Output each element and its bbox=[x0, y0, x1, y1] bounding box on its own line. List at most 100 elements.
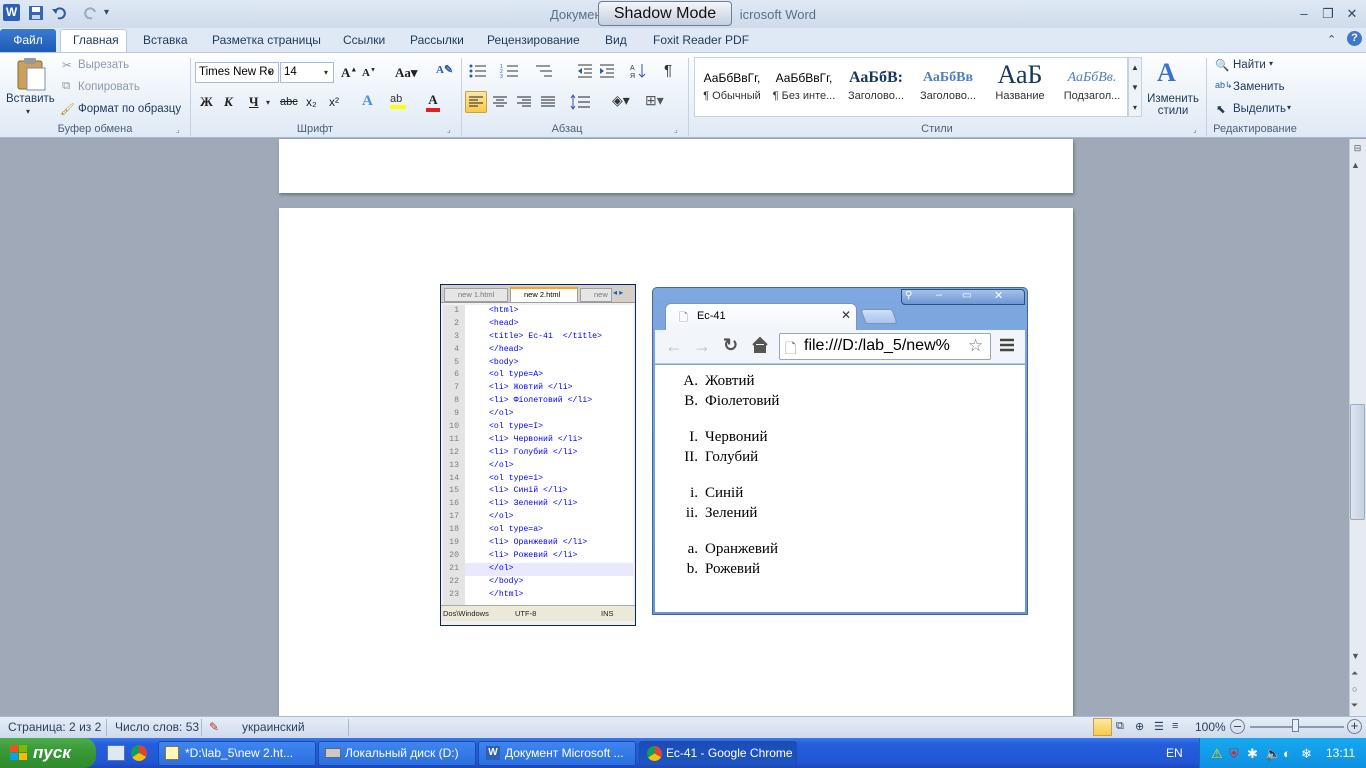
forward-icon[interactable]: → bbox=[693, 336, 711, 357]
chrome-close-icon[interactable]: ✕ bbox=[994, 289, 1003, 302]
start-button[interactable]: пуск bbox=[0, 738, 96, 768]
word-count[interactable]: Число слов: 53 bbox=[115, 720, 199, 734]
style-heading-2[interactable]: АаБбВв Заголово... bbox=[912, 60, 984, 112]
tray-app-icon[interactable]: ❄ bbox=[1301, 746, 1312, 762]
replace-button[interactable]: Заменить bbox=[1233, 81, 1285, 93]
tab-mailings[interactable]: Рассылки bbox=[410, 33, 464, 47]
format-painter-button[interactable]: Формат по образцу bbox=[78, 103, 181, 115]
cut-button[interactable]: Вырезать bbox=[78, 59, 129, 71]
prev-page-icon[interactable]: ⏶ bbox=[1351, 668, 1358, 679]
zoom-level[interactable]: 100% bbox=[1195, 720, 1226, 734]
outline-icon[interactable]: ☰ bbox=[1154, 720, 1164, 733]
font-name-input[interactable]: Times New Ro bbox=[195, 62, 279, 83]
select-icon[interactable]: ⬉ bbox=[1216, 102, 1226, 116]
sort-icon[interactable]: AЯ bbox=[630, 63, 646, 79]
language[interactable]: украинский bbox=[242, 720, 305, 734]
tab-references[interactable]: Ссылки bbox=[343, 33, 385, 47]
zoom-in-icon[interactable]: + bbox=[1347, 719, 1362, 734]
italic-button[interactable]: К bbox=[224, 94, 233, 110]
text-effects-icon[interactable]: A bbox=[362, 93, 373, 110]
bullets-icon[interactable] bbox=[468, 63, 488, 79]
align-right-icon[interactable] bbox=[514, 92, 534, 112]
draft-icon[interactable]: ≡ bbox=[1172, 720, 1178, 732]
find-dropdown-icon[interactable]: ▾ bbox=[1269, 59, 1273, 68]
scroll-down-icon[interactable]: ▼ bbox=[1351, 651, 1360, 661]
taskbar-item-notepad[interactable]: *D:\lab_5\new 2.ht... bbox=[158, 741, 316, 766]
show-desktop-icon[interactable] bbox=[107, 745, 125, 761]
ribbon-minimize-icon[interactable]: ⌃ bbox=[1327, 33, 1336, 46]
chrome-tab[interactable] bbox=[665, 303, 857, 330]
web-layout-icon[interactable]: ⊕ bbox=[1135, 720, 1144, 733]
warning-icon[interactable]: ⚠ bbox=[1211, 746, 1223, 762]
tab-page-layout[interactable]: Разметка страницы bbox=[212, 33, 321, 47]
styles-launcher-icon[interactable]: ⌟ bbox=[1193, 125, 1197, 134]
antivirus-icon[interactable]: ⛨ bbox=[1229, 746, 1239, 762]
bookmark-star-icon[interactable]: ☆ bbox=[968, 336, 984, 356]
proofing-icon[interactable]: ✎ bbox=[209, 720, 219, 734]
strikethrough-button[interactable]: abc bbox=[280, 96, 298, 108]
bold-button[interactable]: Ж bbox=[200, 94, 213, 110]
home-icon[interactable] bbox=[751, 336, 769, 354]
chrome-quicklaunch-icon[interactable] bbox=[131, 745, 147, 761]
network-icon[interactable]: ◐ bbox=[1283, 746, 1291, 761]
tab-insert[interactable]: Вставка bbox=[143, 33, 188, 47]
minimize-icon[interactable]: – bbox=[1293, 6, 1315, 22]
reload-icon[interactable]: ↻ bbox=[723, 335, 738, 356]
bluetooth-icon[interactable]: ✱ bbox=[1247, 746, 1258, 762]
notepad-tab[interactable]: new bbox=[580, 288, 612, 302]
select-dropdown-icon[interactable]: ▾ bbox=[1287, 103, 1291, 112]
grow-font-icon[interactable]: A▲ bbox=[341, 65, 357, 81]
scroll-up-icon[interactable]: ▲ bbox=[1351, 160, 1360, 170]
chrome-user-icon[interactable]: ⚲ bbox=[905, 290, 912, 301]
chrome-tab-close-icon[interactable]: ✕ bbox=[841, 308, 851, 322]
styles-scroll[interactable]: ▲ ▼ ▾ bbox=[1128, 57, 1142, 117]
clear-format-icon[interactable]: A✎ bbox=[436, 63, 453, 76]
highlight-icon[interactable]: ab bbox=[390, 93, 406, 109]
chrome-menu-icon[interactable] bbox=[999, 336, 1015, 354]
multilevel-list-icon[interactable] bbox=[534, 63, 554, 79]
shadow-mode-button[interactable]: Shadow Mode bbox=[598, 1, 732, 26]
justify-icon[interactable] bbox=[538, 92, 558, 112]
chrome-minimize-icon[interactable]: – bbox=[936, 289, 942, 301]
shrink-font-icon[interactable]: A▼ bbox=[362, 67, 376, 79]
format-painter-icon[interactable]: 🖌 bbox=[60, 102, 75, 116]
borders-icon[interactable]: ⊞▾ bbox=[645, 92, 664, 109]
font-launcher-icon[interactable]: ⌟ bbox=[447, 125, 451, 134]
show-marks-icon[interactable]: ¶ bbox=[664, 62, 672, 79]
align-left-button[interactable] bbox=[465, 91, 487, 113]
tab-foxit[interactable]: Foxit Reader PDF bbox=[653, 33, 749, 47]
increase-indent-icon[interactable] bbox=[598, 63, 616, 79]
close-icon[interactable]: ✕ bbox=[1341, 6, 1363, 22]
decrease-indent-icon[interactable] bbox=[576, 63, 594, 79]
input-language[interactable]: EN bbox=[1166, 746, 1183, 760]
paste-icon[interactable] bbox=[15, 57, 47, 91]
change-styles-button[interactable]: Изменить стили bbox=[1146, 93, 1200, 117]
find-icon[interactable]: 🔍 bbox=[1215, 58, 1229, 72]
align-center-icon[interactable] bbox=[490, 92, 510, 112]
line-spacing-icon[interactable] bbox=[570, 92, 594, 112]
paste-dropdown-icon[interactable]: ▾ bbox=[26, 107, 30, 116]
taskbar-item-word[interactable]: Документ Microsoft ... bbox=[478, 741, 636, 766]
chrome-address-bar[interactable]: 🗋 file:///D:/lab_5/new% ☆ bbox=[779, 333, 991, 360]
zoom-out-icon[interactable]: – bbox=[1230, 719, 1245, 734]
underline-button[interactable]: Ч bbox=[249, 94, 259, 110]
change-case-icon[interactable]: Aa▾ bbox=[395, 65, 417, 81]
find-button[interactable]: Найти bbox=[1233, 59, 1266, 71]
tab-view[interactable]: Вид bbox=[605, 33, 627, 47]
zoom-slider-thumb[interactable] bbox=[1292, 719, 1299, 732]
underline-dropdown-icon[interactable]: ▾ bbox=[266, 98, 270, 107]
font-size-dropdown-icon[interactable]: ▾ bbox=[324, 68, 328, 77]
font-color-icon[interactable]: A bbox=[426, 92, 440, 112]
paste-button[interactable]: Вставить bbox=[6, 93, 55, 105]
volume-icon[interactable]: 🔈 bbox=[1265, 746, 1281, 762]
copy-icon[interactable]: ⧉ bbox=[62, 80, 70, 93]
browse-object-icon[interactable]: ○ bbox=[1352, 684, 1357, 694]
help-icon[interactable]: ? bbox=[1347, 31, 1362, 46]
restore-icon[interactable]: ❐ bbox=[1317, 6, 1339, 22]
style-heading-1[interactable]: АаБбВ: Заголово... bbox=[840, 60, 912, 112]
numbering-icon[interactable]: 123 bbox=[500, 63, 520, 79]
chrome-new-tab-button[interactable] bbox=[860, 309, 898, 324]
taskbar-item-explorer[interactable]: Локальный диск (D:) bbox=[318, 741, 476, 766]
notepad-tab-scroll-icon[interactable]: ◂ ▸ bbox=[613, 288, 623, 297]
change-styles-icon[interactable]: A bbox=[1157, 58, 1176, 88]
